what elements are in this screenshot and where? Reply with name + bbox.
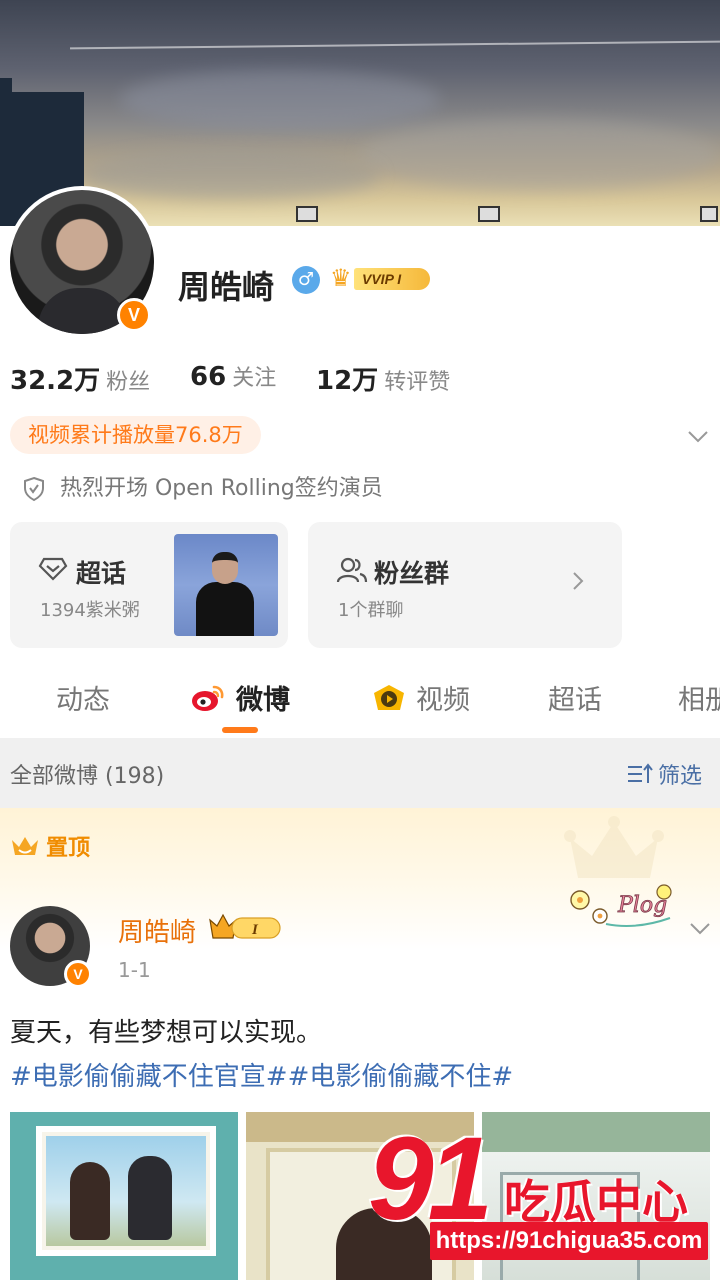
watermark-url: https://91chigua35.com [430, 1222, 708, 1260]
fan-group-sub: 1个群聊 [338, 600, 404, 621]
tab-feed[interactable]: 动态 [56, 678, 110, 717]
weibo-icon [190, 683, 226, 720]
all-posts-count: 全部微博 (198) [10, 764, 165, 789]
verified-badge: V [64, 960, 92, 988]
diamond-icon [38, 557, 68, 581]
tab-video[interactable]: 视频 [370, 678, 470, 720]
super-topic-title: 超话 [76, 559, 127, 588]
crown-decoration-icon [564, 816, 664, 878]
filter-button[interactable]: 筛选 [626, 758, 702, 792]
super-topic-sub: 1394紫米粥 [40, 600, 140, 621]
pinned-label: 置顶 [10, 830, 90, 864]
play-count-pill[interactable]: 视频累计播放量76.8万 [10, 416, 261, 454]
filter-label: 筛选 [658, 764, 703, 789]
tab-album[interactable]: 相册 [678, 678, 720, 717]
post-menu-chevron-icon[interactable] [688, 916, 712, 946]
vvip-badge[interactable]: ♛ VVIP I [330, 264, 432, 292]
fan-group-title: 粉丝群 [374, 559, 450, 588]
contrail [70, 40, 720, 50]
post-image[interactable] [10, 1112, 238, 1280]
sign-text: 热烈开场 Open Rolling签约演员 [60, 476, 383, 501]
post-hashtags[interactable]: #电影偷偷藏不住官宣##电影偷偷藏不住# [10, 1056, 513, 1093]
group-icon [336, 557, 368, 583]
stat-label: 粉丝 [106, 370, 151, 395]
filter-icon [626, 762, 654, 792]
watermark-number: 91 [368, 1113, 493, 1245]
tab-weibo[interactable]: 微博 [190, 678, 290, 720]
stadium-light [478, 206, 500, 222]
male-icon: ♂ [292, 266, 320, 294]
verified-badge: V [117, 298, 151, 332]
tab-label: 视频 [416, 685, 470, 716]
rank-badge: I [208, 912, 284, 942]
filter-bar: 全部微博 (198) 筛选 [0, 738, 720, 808]
sign-info: 热烈开场 Open Rolling签约演员 [22, 472, 383, 506]
post-author-name[interactable]: 周皓崎 [118, 912, 196, 949]
stat-label: 关注 [232, 366, 277, 391]
stadium-light [700, 206, 718, 222]
profile-tabs: 动态 微博 视频 超话 相册 [0, 662, 720, 732]
crown-icon [10, 834, 40, 864]
video-icon [370, 683, 408, 720]
chevron-right-icon[interactable] [570, 566, 586, 601]
vvip-label: VVIP I [354, 268, 430, 290]
post-time: 1-1 [118, 958, 151, 982]
stat-number: 32.2万 [10, 366, 101, 396]
svg-text:I: I [251, 922, 259, 938]
stadium-light [296, 206, 318, 222]
tab-label: 微博 [236, 685, 290, 716]
super-topic-thumbnail [174, 534, 278, 636]
tab-super-topic[interactable]: 超话 [548, 678, 602, 717]
stat-number: 12万 [316, 366, 379, 396]
post-text: 夏天，有些梦想可以实现。 [10, 1018, 323, 1048]
plog-sticker: Plog [566, 880, 678, 930]
stat-label: 转评赞 [384, 370, 451, 395]
stat-fans[interactable]: 32.2万 粉丝 [10, 360, 150, 397]
active-tab-indicator [222, 727, 258, 733]
pinned-text: 置顶 [46, 836, 91, 861]
shield-icon [22, 476, 46, 502]
sticker-text: Plog [617, 893, 667, 918]
super-topic-card[interactable]: 超话 1394紫米粥 [10, 522, 288, 648]
stat-interactions[interactable]: 12万 转评赞 [316, 360, 450, 397]
expand-chevron-down-icon[interactable] [686, 424, 710, 448]
stat-following[interactable]: 66 关注 [190, 360, 276, 392]
profile-stats: 32.2万 粉丝 66 关注 12万 转评赞 [10, 360, 710, 396]
profile-name: 周皓崎 [178, 268, 275, 306]
stat-number: 66 [190, 362, 227, 392]
